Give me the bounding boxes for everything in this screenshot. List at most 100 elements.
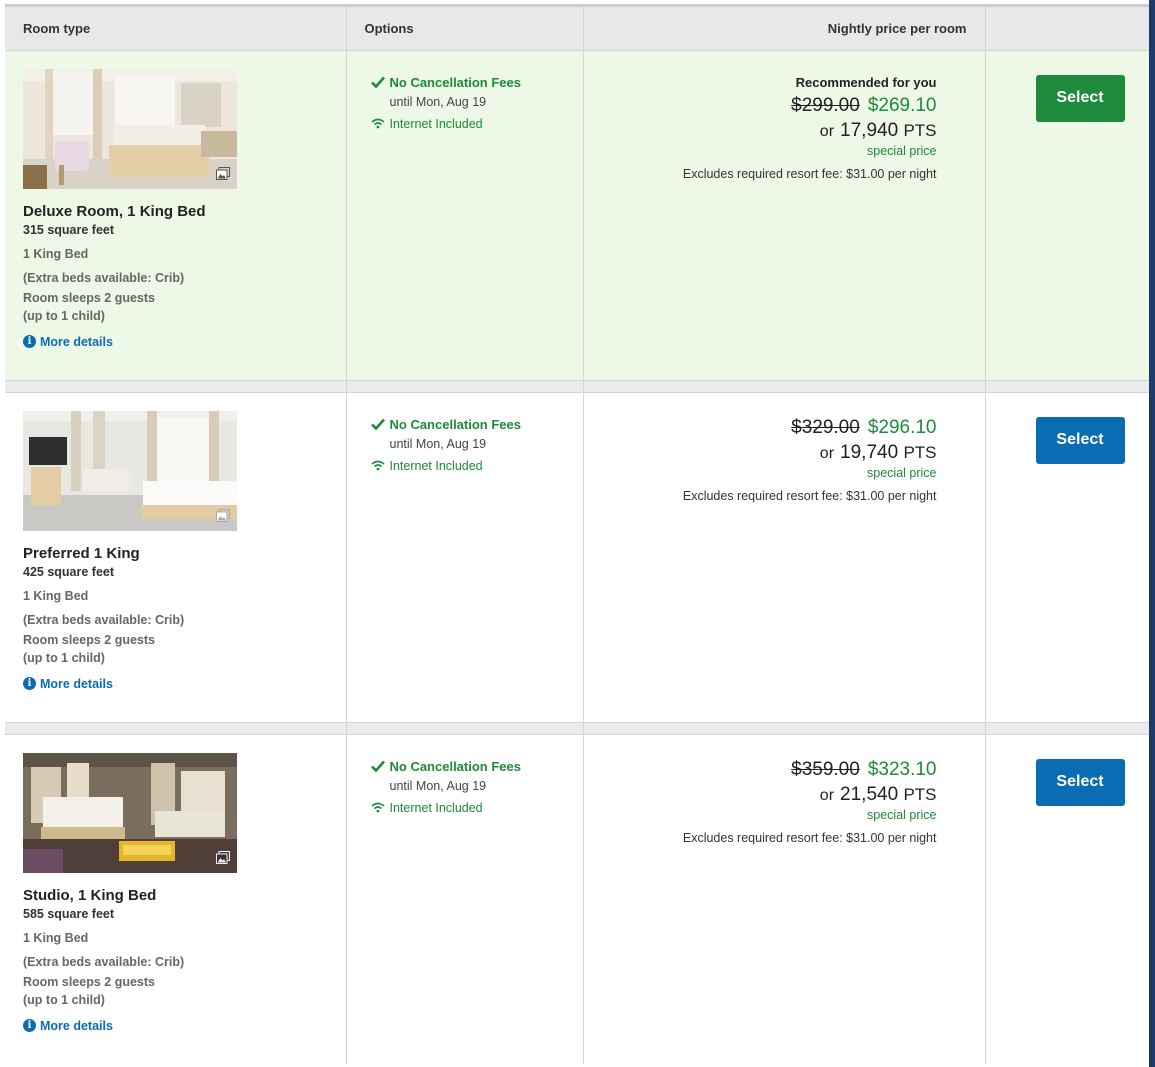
row-separator xyxy=(5,721,1149,735)
points-unit: PTS xyxy=(903,120,937,140)
select-button[interactable]: Select xyxy=(1035,758,1125,806)
discounted-price: $323.10 xyxy=(867,758,937,780)
room-photo-image xyxy=(23,410,237,531)
room-occupancy: Room sleeps 2 guests xyxy=(23,632,155,647)
bed-type: 1 King Bed xyxy=(23,588,89,603)
cancellation-label: No Cancellation Fees xyxy=(389,758,521,774)
header-options: Options xyxy=(346,7,584,51)
table-row: Preferred 1 King 425 square feet 1 King … xyxy=(5,392,1149,722)
or-label: or xyxy=(819,444,835,462)
more-details-label: More details xyxy=(40,1018,113,1033)
select-button[interactable]: Select xyxy=(1035,74,1125,122)
room-size: 315 square feet xyxy=(23,222,115,237)
select-button[interactable]: Select xyxy=(1035,416,1125,464)
room-list-frame: Room type Options Nightly price per room xyxy=(5,4,1149,1067)
price-cell: Recommended for you $299.00 $269.10 or 17,… xyxy=(583,50,986,380)
bed-type: 1 King Bed xyxy=(23,246,89,261)
internet-label: Internet Included xyxy=(389,458,483,473)
room-photo[interactable] xyxy=(23,410,237,531)
room-info-cell: Deluxe Room, 1 King Bed 315 square feet … xyxy=(5,50,347,380)
internet-amenity: Internet Included xyxy=(370,116,583,131)
room-table: Room type Options Nightly price per room xyxy=(5,7,1149,1064)
cancellation-label: No Cancellation Fees xyxy=(389,416,521,432)
points-unit: PTS xyxy=(903,784,937,804)
discounted-price: $296.10 xyxy=(867,416,937,438)
cancellation-deadline: until Mon, Aug 19 xyxy=(389,436,487,451)
table-row: Deluxe Room, 1 King Bed 315 square feet … xyxy=(5,50,1149,380)
child-limit: (up to 1 child) xyxy=(23,992,105,1007)
cancellation-deadline: until Mon, Aug 19 xyxy=(389,94,487,109)
checkmark-icon xyxy=(370,76,385,88)
more-details-link[interactable]: i More details xyxy=(23,335,346,349)
window-edge xyxy=(1149,0,1155,1067)
image-gallery-icon[interactable] xyxy=(214,165,232,183)
row-separator xyxy=(5,379,1149,393)
points-price: or 19,740 PTS xyxy=(584,442,937,464)
options-cell: No Cancellation Fees until Mon, Aug 19 I… xyxy=(346,734,584,1064)
room-photo-image xyxy=(23,68,237,189)
info-icon: i xyxy=(23,1019,36,1032)
recommended-badge: Recommended for you xyxy=(795,74,937,90)
price-line: $359.00 $323.10 xyxy=(584,758,937,781)
wifi-icon xyxy=(370,802,385,813)
price-line: $329.00 $296.10 xyxy=(584,416,937,439)
table-row: Studio, 1 King Bed 585 square feet 1 Kin… xyxy=(5,734,1149,1064)
points-price: or 21,540 PTS xyxy=(584,784,937,806)
internet-label: Internet Included xyxy=(389,800,483,815)
info-icon: i xyxy=(23,335,36,348)
room-size: 425 square feet xyxy=(23,564,115,579)
original-price: $359.00 xyxy=(791,758,860,780)
room-size: 585 square feet xyxy=(23,906,115,921)
resort-fee-note: Excludes required resort fee: $31.00 per… xyxy=(682,166,937,181)
more-details-link[interactable]: i More details xyxy=(23,677,346,691)
room-info-cell: Preferred 1 King 425 square feet 1 King … xyxy=(5,392,347,722)
points-value: 19,740 xyxy=(840,441,899,463)
info-icon: i xyxy=(23,677,36,690)
extra-beds: (Extra beds available: Crib) xyxy=(23,270,185,285)
image-gallery-icon[interactable] xyxy=(214,507,232,525)
room-occupancy: Room sleeps 2 guests xyxy=(23,290,155,305)
checkmark-icon xyxy=(370,760,385,772)
action-cell: Select xyxy=(985,734,1149,1064)
action-cell: Select xyxy=(985,392,1149,722)
bed-type: 1 King Bed xyxy=(23,930,89,945)
price-line: $299.00 $269.10 xyxy=(584,94,937,117)
room-occupancy: Room sleeps 2 guests xyxy=(23,974,155,989)
points-value: 17,940 xyxy=(840,119,899,141)
points-unit: PTS xyxy=(903,442,937,462)
more-details-link[interactable]: i More details xyxy=(23,1019,346,1033)
room-name: Studio, 1 King Bed xyxy=(23,886,157,904)
internet-amenity: Internet Included xyxy=(370,800,583,815)
special-price-label: special price xyxy=(867,807,937,822)
room-photo[interactable] xyxy=(23,68,237,189)
price-cell: $329.00 $296.10 or 19,740 PTS special pric… xyxy=(583,392,986,722)
image-gallery-icon[interactable] xyxy=(214,849,232,867)
action-cell: Select xyxy=(985,50,1149,380)
internet-label: Internet Included xyxy=(389,116,483,131)
room-photo[interactable] xyxy=(23,752,237,873)
options-cell: No Cancellation Fees until Mon, Aug 19 I… xyxy=(346,392,584,722)
cancellation-policy: No Cancellation Fees xyxy=(370,758,583,774)
wifi-icon xyxy=(370,118,385,129)
room-name: Deluxe Room, 1 King Bed xyxy=(23,202,206,220)
or-label: or xyxy=(819,786,835,804)
cancellation-label: No Cancellation Fees xyxy=(389,74,521,90)
cancellation-policy: No Cancellation Fees xyxy=(370,416,583,432)
header-nightly-price: Nightly price per room xyxy=(583,7,986,51)
child-limit: (up to 1 child) xyxy=(23,308,105,323)
wifi-icon xyxy=(370,460,385,471)
resort-fee-note: Excludes required resort fee: $31.00 per… xyxy=(682,488,937,503)
room-photo-image xyxy=(23,752,237,873)
room-info-cell: Studio, 1 King Bed 585 square feet 1 Kin… xyxy=(5,734,347,1064)
original-price: $329.00 xyxy=(791,416,860,438)
special-price-label: special price xyxy=(867,143,937,158)
extra-beds: (Extra beds available: Crib) xyxy=(23,954,185,969)
cancellation-policy: No Cancellation Fees xyxy=(370,74,583,90)
extra-beds: (Extra beds available: Crib) xyxy=(23,612,185,627)
original-price: $299.00 xyxy=(791,94,860,116)
discounted-price: $269.10 xyxy=(867,94,937,116)
or-label: or xyxy=(819,122,835,140)
child-limit: (up to 1 child) xyxy=(23,650,105,665)
header-action xyxy=(985,7,1149,51)
checkmark-icon xyxy=(370,418,385,430)
